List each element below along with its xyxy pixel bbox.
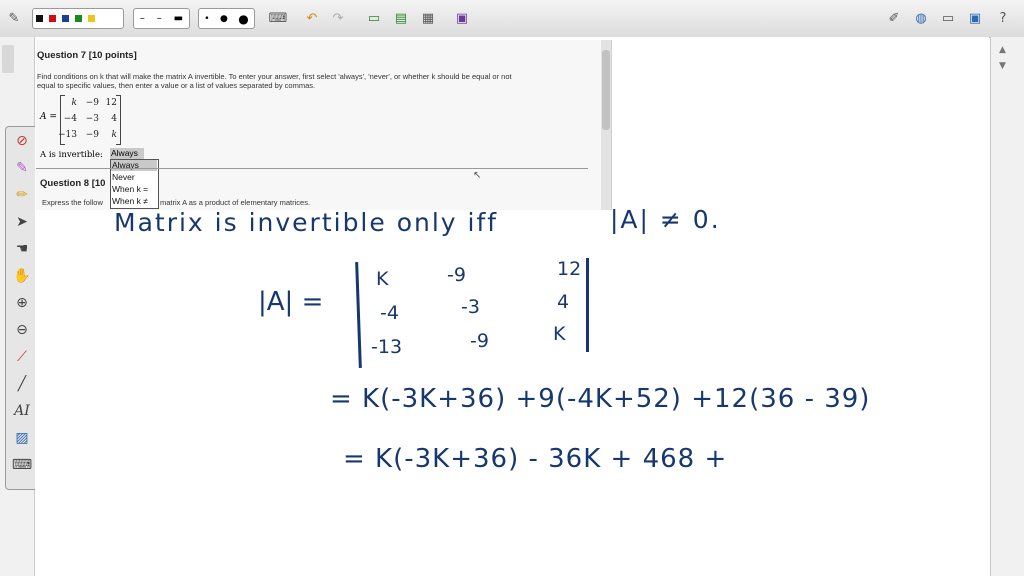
keyboard-icon[interactable]: ⌨ (268, 8, 288, 28)
question-prompt-line2: equal to specific values, then enter a v… (37, 81, 316, 90)
det-cell: -4 (380, 302, 399, 324)
panel-arrow-icon[interactable]: ▼ (999, 61, 1006, 71)
scrollbar-thumb[interactable] (602, 50, 610, 130)
dot-size-icon[interactable]: • (204, 14, 209, 24)
matrix-cell: 4 (111, 114, 117, 124)
color-swatch-black[interactable] (36, 15, 43, 22)
determinant-bar-right (586, 258, 589, 352)
answer-dropdown-list: Always Never When k = When k ≠ (110, 159, 159, 209)
line-style-picker[interactable]: – – ▬ (133, 8, 190, 29)
top-toolbar: ✎ – – ▬ • ● ● ⌨ ↶ ↷ ▭ ▤ ▦ ▣ ✐ ◍ ▭ ▣ ? (0, 0, 1024, 38)
question-divider (36, 168, 588, 169)
matrix-cell: −4 (63, 114, 77, 124)
insert-icon[interactable]: ▤ (391, 8, 411, 28)
dash-line-icon[interactable]: – (140, 13, 145, 24)
color-swatch-red[interactable] (49, 15, 56, 22)
dot-size-icon[interactable]: ● (238, 12, 248, 26)
matrix-cell: −9 (85, 130, 99, 140)
det-cell: 12 (557, 258, 582, 280)
dropdown-option-never[interactable]: Never (111, 172, 157, 183)
keyboard-icon[interactable]: ⌨ (6, 451, 38, 478)
question-scrollbar[interactable] (601, 40, 611, 210)
det-cell: -9 (447, 264, 466, 286)
invertible-label: A is invertible: (40, 150, 103, 160)
next-question-text-left: Express the follow (42, 198, 103, 207)
mouse-cursor-icon: ↖ (473, 170, 482, 181)
matrix-cell: −9 (85, 98, 99, 108)
folder-icon[interactable]: ▭ (938, 8, 958, 28)
dropdown-option-equal[interactable]: When k = (111, 184, 157, 195)
color-swatch-yellow[interactable] (88, 15, 95, 22)
next-question-title: Question 8 [10 (40, 178, 106, 189)
redo-icon[interactable]: ↷ (328, 8, 348, 28)
matrix-label: A = (40, 112, 57, 122)
hand-icon[interactable]: ☚ (6, 235, 38, 262)
color-picker (32, 8, 124, 29)
det-cell: K (553, 323, 566, 345)
det-cell: K (376, 268, 389, 290)
screen-capture-icon[interactable]: ▣ (452, 8, 472, 28)
matrix-cell: k (111, 130, 117, 140)
next-question-text-right: matrix A as a product of elementary matr… (160, 198, 311, 207)
matrix-cell: −13 (58, 130, 77, 140)
tool-palette: ⊘ ✎ ✏ ➤ ☚ ✋ ⊕ ⊖ ⟋ ╱ AI ▨ ⌨ (5, 126, 39, 490)
monitor-icon[interactable]: ▣ (965, 8, 985, 28)
hand-icon[interactable]: ✋ (6, 262, 38, 289)
undo-icon[interactable]: ↶ (302, 8, 322, 28)
expansion-line-2: = K(-3K+36) - 36K + 468 + (343, 444, 728, 474)
matrix-cell: k (71, 98, 77, 108)
dropdown-option-always[interactable]: Always (111, 160, 157, 171)
text-icon[interactable]: AI (6, 397, 38, 424)
det-cell: 4 (557, 291, 570, 313)
color-swatch-green[interactable] (75, 15, 82, 22)
zoom-in-icon[interactable]: ⊕ (6, 289, 38, 316)
highlighter-icon[interactable]: ✎ (6, 154, 38, 181)
right-side-panel: ▲ ▼ (990, 37, 1024, 576)
question-prompt-line1: Find conditions on k that will make the … (37, 72, 512, 81)
new-page-icon[interactable]: ▭ (364, 8, 384, 28)
det-cell: -13 (371, 336, 403, 358)
zoom-out-icon[interactable]: ⊖ (6, 316, 38, 343)
expansion-line-1: = K(-3K+36) +9(-4K+52) +12(36 - 39) (330, 384, 871, 414)
eraser-icon[interactable]: ⊘ (6, 127, 38, 154)
line-icon[interactable]: ╱ (6, 370, 38, 397)
handwritten-condition: |A| ≠ 0. (610, 205, 721, 234)
question-title: Question 7 [10 points] (37, 50, 137, 61)
dropper-icon[interactable]: ⟋ (6, 343, 38, 370)
panel-arrow-icon[interactable]: ▲ (999, 45, 1006, 55)
image-icon[interactable]: ▨ (6, 424, 38, 451)
dash-line-icon[interactable]: – (157, 13, 162, 24)
dot-size-icon[interactable]: ● (220, 14, 228, 24)
solid-line-icon[interactable]: ▬ (174, 13, 183, 24)
det-cell: -9 (470, 330, 489, 352)
handwritten-statement: Matrix is invertible only iff (114, 208, 499, 237)
color-swatch-blue[interactable] (62, 15, 69, 22)
pen-size-picker[interactable]: • ● ● (198, 8, 255, 29)
dropdown-option-not-equal[interactable]: When k ≠ (111, 196, 157, 207)
pen-icon[interactable]: ✏ (6, 181, 38, 208)
determinant-label: |A| = (258, 287, 324, 317)
matrix-cell: 12 (105, 98, 117, 108)
pen-icon[interactable]: ✎ (4, 8, 24, 28)
det-cell: -3 (461, 296, 480, 318)
edit-icon[interactable]: ✐ (884, 8, 904, 28)
pointer-icon[interactable]: ➤ (6, 208, 38, 235)
question-screenshot: Question 7 [10 points] Find conditions o… (36, 40, 612, 210)
matrix-cell: −3 (85, 114, 99, 124)
document-icon[interactable]: ▦ (418, 8, 438, 28)
help-icon[interactable]: ? (993, 8, 1013, 28)
scroll-handle[interactable] (2, 45, 14, 73)
answer-select[interactable]: Always (110, 148, 144, 159)
globe-icon[interactable]: ◍ (911, 8, 931, 28)
